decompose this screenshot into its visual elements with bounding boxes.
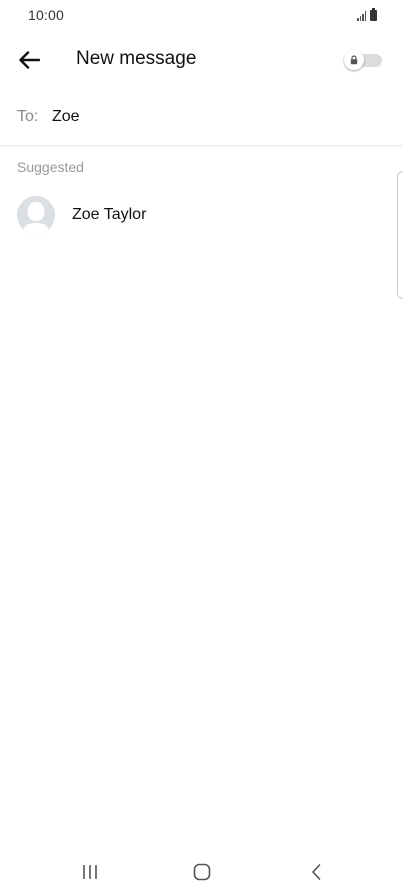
- home-button[interactable]: [187, 860, 217, 884]
- status-icons: [357, 8, 377, 21]
- divider: [0, 145, 403, 146]
- toggle-thumb: [344, 50, 364, 70]
- status-time: 10:00: [28, 7, 65, 23]
- edge-panel-handle[interactable]: [397, 171, 403, 299]
- suggested-header: Suggested: [17, 159, 84, 175]
- default-person-avatar-icon: [17, 196, 55, 234]
- nav-back-button[interactable]: [301, 860, 331, 884]
- navigation-bar: [0, 850, 403, 896]
- app-bar: New message: [0, 36, 403, 84]
- recipient-row: To:: [0, 96, 403, 144]
- back-button[interactable]: [14, 45, 44, 75]
- arrow-left-icon: [19, 51, 40, 69]
- home-icon: [193, 863, 211, 881]
- back-chevron-icon: [312, 864, 321, 880]
- battery-icon: [370, 8, 377, 21]
- signal-icon: [357, 10, 366, 21]
- recents-button[interactable]: [75, 860, 105, 884]
- avatar: [17, 196, 55, 234]
- recipient-input[interactable]: [52, 102, 382, 132]
- lock-toggle[interactable]: [344, 50, 384, 70]
- lock-icon: [350, 55, 358, 65]
- page-title: New message: [76, 48, 197, 69]
- recents-icon: [83, 865, 97, 879]
- to-label: To:: [17, 108, 39, 125]
- contact-row[interactable]: Zoe Taylor: [0, 192, 395, 240]
- status-bar: 10:00: [0, 0, 403, 32]
- contact-name: Zoe Taylor: [72, 206, 147, 223]
